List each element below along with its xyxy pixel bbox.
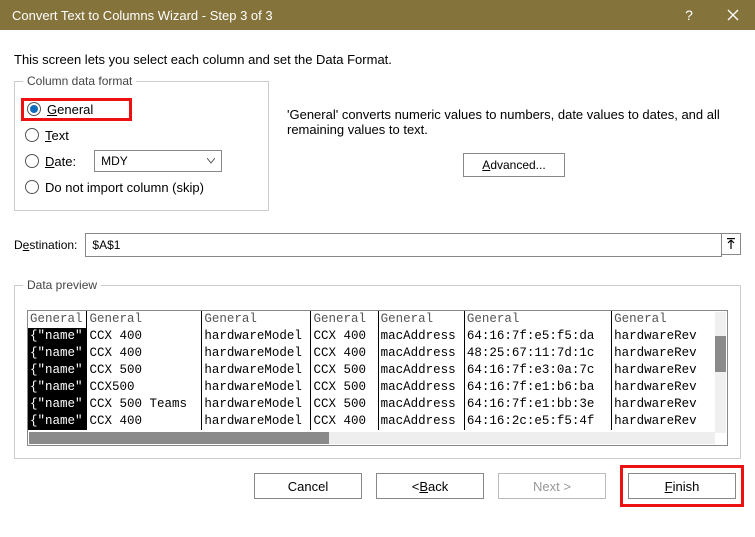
preview-cell: macAddress [379,328,465,345]
preview-header[interactable]: General [311,311,378,328]
preview-cell: hardwareRev [612,362,727,379]
preview-cell: CCX 400 [87,328,202,345]
back-button[interactable]: < Back [376,473,484,499]
format-legend: Column data format [23,74,136,88]
preview-header[interactable]: General [612,311,727,328]
preview-header[interactable]: General [465,311,612,328]
radio-text[interactable] [25,128,39,142]
preview-cell: CCX 400 [311,328,378,345]
destination-input[interactable]: $A$1 [85,233,722,257]
preview-cell: hardwareModel [202,379,311,396]
preview-header[interactable]: General [28,311,87,328]
preview-cell: hardwareRev [612,396,727,413]
preview-header[interactable]: General [202,311,311,328]
preview-cell: CCX 400 [311,413,378,430]
data-preview-group: Data preview GeneralGeneralGeneralGenera… [14,285,741,459]
radio-skip[interactable] [25,180,39,194]
preview-cell: CCX 400 [87,345,202,362]
preview-cell: CCX 500 Teams [87,396,202,413]
help-icon[interactable]: ? [667,0,711,30]
next-button: Next > [498,473,606,499]
preview-cell: hardwareModel [202,362,311,379]
preview-cell: macAddress [379,413,465,430]
preview-grid[interactable]: GeneralGeneralGeneralGeneralGeneralGener… [27,310,728,446]
preview-cell: 64:16:7f:e1:b6:ba [465,379,612,396]
horizontal-scrollbar[interactable] [29,432,715,444]
preview-cell: {"name" [28,362,87,379]
preview-cell: 48:25:67:11:7d:1c [465,345,612,362]
general-highlight: General [21,98,132,121]
preview-cell: hardwareRev [612,345,727,362]
preview-cell: 64:16:7f:e3:0a:7c [465,362,612,379]
date-format-value: MDY [101,154,128,168]
radio-general-label: General [47,102,93,117]
column-data-format-group: Column data format General Text Date: MD… [14,81,269,211]
preview-cell: CCX 500 [311,362,378,379]
advanced-button[interactable]: Advanced... [463,153,564,177]
preview-cell: {"name" [28,413,87,430]
radio-date[interactable] [25,154,39,168]
range-picker-icon[interactable] [721,233,741,255]
radio-skip-label: Do not import column (skip) [45,180,204,195]
preview-cell: CCX 400 [311,345,378,362]
preview-cell: 64:16:2c:e5:f5:4f [465,413,612,430]
preview-cell: 64:16:7f:e5:f5:da [465,328,612,345]
preview-cell: hardwareModel [202,396,311,413]
preview-cell: CCX 400 [87,413,202,430]
preview-cell: macAddress [379,379,465,396]
cancel-button[interactable]: Cancel [254,473,362,499]
preview-cell: 64:16:7f:e1:bb:3e [465,396,612,413]
radio-date-label: Date: [45,154,76,169]
preview-legend: Data preview [23,278,101,292]
preview-cell: {"name" [28,379,87,396]
preview-cell: hardwareModel [202,345,311,362]
preview-cell: CCX500 [87,379,202,396]
finish-highlight: Finish [620,465,744,507]
preview-cell: macAddress [379,396,465,413]
radio-text-label: Text [45,128,69,143]
window-title: Convert Text to Columns Wizard - Step 3 … [12,8,273,23]
preview-header[interactable]: General [87,311,202,328]
close-icon[interactable] [711,0,755,30]
format-description: 'General' converts numeric values to num… [287,107,741,137]
preview-cell: hardwareRev [612,379,727,396]
preview-cell: hardwareRev [612,328,727,345]
preview-cell: hardwareRev [612,413,727,430]
radio-general[interactable] [27,102,41,116]
preview-cell: CCX 500 [87,362,202,379]
preview-cell: CCX 500 [311,379,378,396]
preview-cell: macAddress [379,362,465,379]
preview-cell: hardwareModel [202,413,311,430]
preview-cell: macAddress [379,345,465,362]
preview-cell: {"name" [28,396,87,413]
preview-cell: {"name" [28,345,87,362]
title-bar: Convert Text to Columns Wizard - Step 3 … [0,0,755,30]
preview-cell: CCX 500 [311,396,378,413]
preview-cell: hardwareModel [202,328,311,345]
instructions-text: This screen lets you select each column … [14,52,741,67]
preview-cell: {"name" [28,328,87,345]
finish-button[interactable]: Finish [628,473,736,499]
date-format-select[interactable]: MDY [94,150,222,172]
preview-header[interactable]: General [379,311,465,328]
chevron-down-icon [207,156,215,167]
destination-label: Destination: [14,238,77,252]
vertical-scrollbar[interactable] [715,312,726,433]
